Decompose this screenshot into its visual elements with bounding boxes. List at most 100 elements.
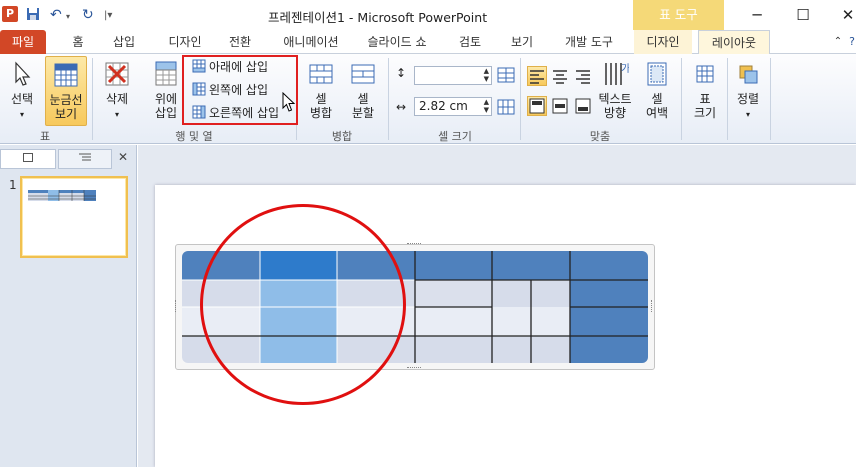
separator: [770, 58, 771, 140]
separator: [388, 58, 389, 140]
slide-number: 1: [9, 178, 17, 192]
redo-icon[interactable]: ↻: [82, 7, 94, 23]
tab-home[interactable]: 홈: [66, 30, 90, 54]
group-rows-cols-label: 행 및 열: [175, 130, 213, 143]
resize-handle-bottom[interactable]: [407, 367, 421, 370]
outline-tab-icon: [79, 153, 91, 161]
slide-thumbnail[interactable]: [23, 179, 125, 255]
table-size-icon: [696, 65, 714, 83]
separator: [681, 58, 682, 140]
align-bottom-button[interactable]: [573, 96, 593, 116]
align-middle-icon: [552, 98, 568, 114]
insert-above-button[interactable]: 위에 삽입: [148, 56, 184, 126]
table-size-label-1: 표: [699, 92, 711, 106]
tab-review[interactable]: 검토: [454, 30, 486, 54]
red-annotation-circle: [200, 204, 406, 405]
distribute-columns-icon[interactable]: [497, 99, 515, 115]
align-top-button[interactable]: [527, 96, 547, 116]
group-merge-label: 병합: [331, 130, 353, 143]
powerpoint-app-icon[interactable]: P: [2, 6, 18, 22]
cell-margins-label-2: 여백: [645, 106, 669, 120]
align-left-icon: [530, 70, 544, 84]
resize-handle-left[interactable]: [175, 300, 178, 312]
separator: [92, 58, 93, 140]
ribbon-tab-bar: 파일 홈 삽입 디자인 전환 애니메이션 슬라이드 쇼 검토 보기 개발 도구 …: [0, 30, 856, 55]
split-label-2: 분할: [351, 106, 375, 120]
column-width-input[interactable]: 2.82 cm ▲ ▼: [414, 97, 492, 116]
align-left-button[interactable]: [527, 66, 547, 86]
tab-animations[interactable]: 애니메이션: [276, 30, 346, 54]
arrange-button[interactable]: 정렬 ▾: [732, 56, 764, 126]
table-tools-label: 표 도구: [633, 0, 724, 30]
cell-margins-icon: [647, 62, 667, 86]
insert-above-label-2: 삽입: [154, 106, 178, 120]
split-cells-button[interactable]: 셀 분할: [344, 56, 382, 126]
text-direction-button[interactable]: 가 텍스트 방향: [596, 56, 634, 126]
text-direction-icon: 가: [605, 63, 629, 85]
tab-developer[interactable]: 개발 도구: [558, 30, 620, 54]
split-label-1: 셀: [357, 92, 369, 106]
customize-qat-icon[interactable]: |▾: [104, 10, 112, 21]
maximize-icon[interactable]: ☐: [790, 3, 816, 27]
insert-above-label-1: 위에: [154, 92, 178, 106]
merge-label-1: 셀: [315, 92, 327, 106]
resize-handle-right[interactable]: [651, 300, 654, 312]
spin-arrows-icon[interactable]: ▲ ▼: [484, 67, 489, 83]
cell-margins-button[interactable]: 셀 여백: [638, 56, 676, 126]
separator: [727, 58, 728, 140]
delete-button[interactable]: 삭제 ▾: [98, 56, 136, 126]
tab-file[interactable]: 파일: [0, 30, 46, 54]
select-button[interactable]: 선택 ▾: [4, 56, 40, 126]
arrange-label: 정렬: [736, 92, 760, 106]
split-cells-icon: [351, 64, 375, 84]
align-middle-button[interactable]: [550, 96, 570, 116]
spin-arrows-icon[interactable]: ▲ ▼: [484, 98, 489, 114]
close-panel-icon[interactable]: ✕: [118, 150, 128, 164]
merge-label-2: 병합: [309, 106, 333, 120]
text-direction-label-1: 텍스트: [598, 92, 632, 106]
outline-tab[interactable]: [58, 149, 112, 169]
align-right-button[interactable]: [573, 66, 593, 86]
view-gridlines-button[interactable]: 눈금선 보기: [45, 56, 87, 126]
slides-tab-icon: [23, 153, 33, 162]
collapse-ribbon-icon[interactable]: ⌃: [832, 30, 844, 54]
tab-slideshow[interactable]: 슬라이드 쇼: [364, 30, 430, 54]
tab-view[interactable]: 보기: [506, 30, 538, 54]
align-center-button[interactable]: [550, 66, 570, 86]
group-table-label: 표: [39, 130, 51, 143]
text-direction-label-2: 방향: [603, 106, 627, 120]
delete-label: 삭제: [105, 92, 129, 106]
row-height-input[interactable]: ▲ ▼: [414, 66, 492, 85]
gridlines-label-2: 보기: [54, 107, 78, 121]
merge-cells-icon: [309, 64, 333, 84]
tab-transitions[interactable]: 전환: [224, 30, 256, 54]
table-size-button[interactable]: 표 크기: [686, 56, 724, 126]
distribute-rows-icon[interactable]: [497, 67, 515, 83]
gridlines-label-1: 눈금선: [49, 93, 83, 107]
help-icon[interactable]: ?: [846, 30, 856, 54]
tab-table-design[interactable]: 디자인: [634, 30, 692, 54]
group-cell-size-label: 셀 크기: [438, 130, 472, 143]
tab-design[interactable]: 디자인: [160, 30, 210, 54]
minimize-icon[interactable]: ─: [744, 3, 770, 27]
thumbnail-table-preview: [28, 190, 96, 201]
save-icon[interactable]: [26, 7, 40, 25]
select-arrow-icon: [15, 61, 31, 86]
undo-icon[interactable]: ↶: [50, 7, 62, 23]
tab-insert[interactable]: 삽입: [108, 30, 140, 54]
resize-handle-top[interactable]: [407, 243, 421, 246]
insert-options-highlight: [182, 55, 298, 125]
gridlines-icon: [54, 63, 78, 87]
tab-table-layout[interactable]: 레이아웃: [698, 30, 770, 55]
slides-tab[interactable]: [0, 149, 56, 169]
window-title: 프레젠테이션1 - Microsoft PowerPoint: [268, 10, 488, 25]
close-icon[interactable]: ✕: [835, 3, 856, 27]
undo-dropdown-icon[interactable]: ▾: [66, 12, 70, 21]
merge-cells-button[interactable]: 셀 병합: [302, 56, 340, 126]
column-width-icon: ↔: [396, 100, 407, 114]
align-bottom-icon: [575, 98, 591, 114]
align-top-icon: [529, 98, 545, 114]
cell-margins-label-1: 셀: [651, 92, 663, 106]
mouse-cursor-icon: [282, 92, 296, 112]
delete-table-icon: [105, 62, 129, 86]
